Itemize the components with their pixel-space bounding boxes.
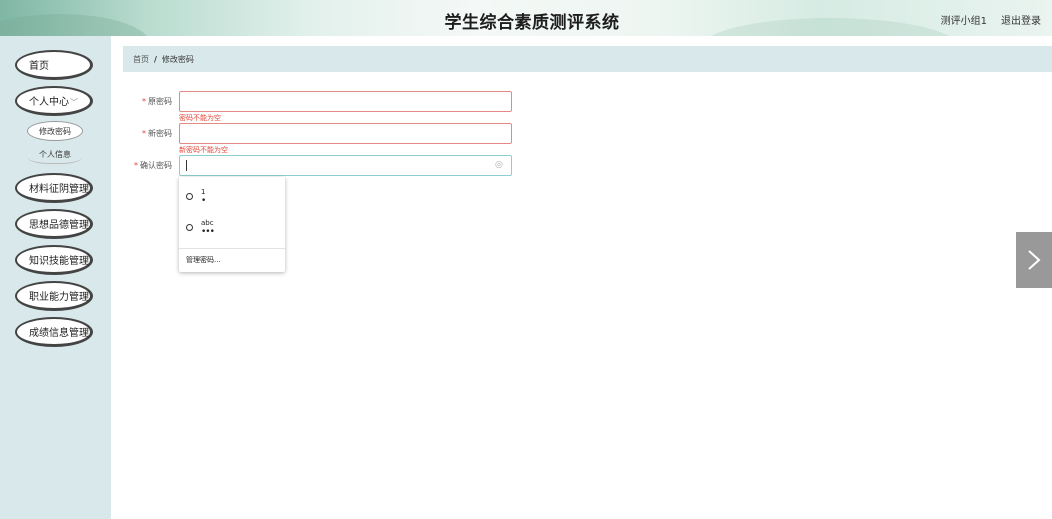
sidebar-item-morality[interactable]: 思想品德管理 (15, 209, 93, 239)
new-password-label-text: 新密码 (148, 129, 172, 138)
globe-icon (186, 193, 193, 200)
saved-password-entry[interactable]: abc ••• (179, 213, 285, 243)
sidebar-item-label: 材料征阴管理 (29, 184, 89, 195)
breadcrumb-home[interactable]: 首页 (133, 54, 149, 65)
sidebar-item-personal-center[interactable]: 个人中心 ﹀ (15, 86, 93, 116)
manage-passwords-link[interactable]: 管理密码... (186, 255, 221, 265)
globe-icon (186, 224, 193, 231)
header-banner: 学生综合素质测评系统 测评小组1 退出登录 (0, 0, 1052, 36)
form-row-confirm-password: * 确认密码 ◎ (123, 155, 523, 177)
breadcrumb-separator: / (154, 54, 157, 64)
user-name-link[interactable]: 测评小组1 (941, 12, 987, 27)
form-row-old-password: * 原密码 密码不能为空 (123, 91, 523, 122)
new-password-error: 新密码不能为空 (179, 146, 228, 154)
sidebar-item-label: 思想品德管理 (29, 220, 89, 231)
sidebar-item-label: 个人中心 (29, 97, 69, 108)
saved-username: abc (201, 219, 214, 227)
saved-username: 1 (201, 188, 206, 196)
new-password-input[interactable] (179, 123, 512, 144)
page-title: 学生综合素质测评系统 (444, 13, 620, 33)
logout-button[interactable]: 退出登录 (1001, 12, 1041, 27)
sidebar-item-label: 知识技能管理 (29, 256, 89, 267)
sidebar-item-label: 职业能力管理 (29, 292, 89, 303)
sidebar-item-career-ability[interactable]: 职业能力管理 (15, 281, 93, 311)
sidebar-item-knowledge-skills[interactable]: 知识技能管理 (15, 245, 93, 275)
old-password-input[interactable] (179, 91, 512, 112)
sidebar-item-label: 成绩信息管理 (29, 328, 89, 339)
sidebar-subitem-change-password[interactable]: 修改密码 (27, 121, 83, 141)
saved-password-entry[interactable]: 1 • (179, 182, 285, 212)
sidebar: 首页 个人中心 ﹀ 修改密码 个人信息 材料征阴管理 ﹀ 思想品德管理 知识技能… (0, 36, 111, 519)
confirm-password-label-text: 确认密码 (140, 161, 172, 170)
form-row-new-password: * 新密码 新密码不能为空 (123, 123, 523, 154)
required-mark: * (142, 129, 146, 138)
sidebar-subitem-label: 个人信息 (39, 150, 71, 159)
required-mark: * (142, 97, 146, 106)
sidebar-item-label: 首页 (29, 61, 49, 72)
breadcrumb: 首页 / 修改密码 (123, 46, 1052, 72)
chevron-down-icon: ﹀ (70, 98, 78, 107)
breadcrumb-current: 修改密码 (161, 54, 194, 64)
dropdown-divider (179, 248, 285, 249)
sidebar-item-home[interactable]: 首页 (15, 50, 93, 80)
required-mark: * (134, 161, 138, 170)
confirm-password-label: * 确认密码 (134, 160, 172, 171)
sidebar-subitem-personal-info[interactable]: 个人信息 (27, 146, 83, 164)
sidebar-item-materials[interactable]: 材料征阴管理 ﹀ (15, 173, 93, 203)
eye-icon[interactable]: ◎ (495, 160, 503, 170)
next-arrow-button[interactable] (1016, 232, 1052, 288)
sidebar-subitem-label: 修改密码 (39, 126, 71, 136)
new-password-label: * 新密码 (142, 128, 172, 139)
old-password-label-text: 原密码 (148, 97, 172, 106)
old-password-label: * 原密码 (142, 96, 172, 107)
confirm-password-input[interactable] (179, 155, 512, 176)
chevron-down-icon: ﹀ (68, 191, 76, 200)
saved-password-mask: ••• (201, 227, 215, 237)
header-actions: 测评小组1 退出登录 (941, 12, 1041, 27)
sidebar-item-grades[interactable]: 成绩信息管理 (15, 317, 93, 347)
text-caret (186, 160, 187, 171)
old-password-error: 密码不能为空 (179, 114, 221, 122)
chevron-right-icon (1028, 250, 1041, 270)
saved-password-mask: • (201, 196, 206, 206)
password-autocomplete-dropdown: 1 • abc ••• 管理密码... (179, 177, 285, 272)
